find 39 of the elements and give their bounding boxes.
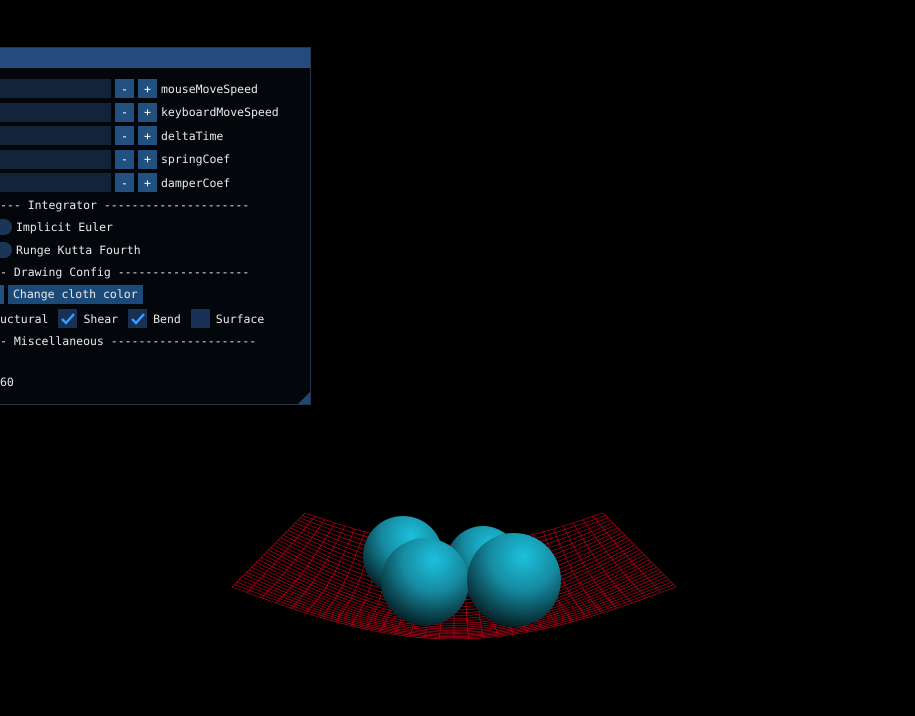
color-button[interactable]	[0, 284, 4, 304]
checkbox-label: Surface	[216, 312, 264, 326]
decrement-button[interactable]: -	[115, 126, 134, 146]
section-header: - Miscellaneous ---------------------	[0, 332, 258, 350]
parameter-label: springCoef	[161, 152, 230, 166]
checkbox-label: Shear	[83, 312, 118, 326]
increment-button[interactable]: +	[138, 150, 157, 169]
increment-button[interactable]: +	[138, 79, 157, 98]
increment-button[interactable]: +	[138, 126, 157, 146]
checkbox[interactable]	[128, 309, 148, 328]
window-title-bar[interactable]	[0, 48, 310, 68]
number-input-field[interactable]	[0, 102, 111, 122]
increment-button[interactable]: +	[138, 173, 157, 192]
change-color-button[interactable]: Change cloth color	[8, 284, 143, 304]
section-header: - Drawing Config -------------------	[0, 264, 250, 280]
radio-button[interactable]	[0, 219, 12, 235]
checkbox[interactable]	[58, 309, 78, 328]
decrement-button[interactable]: -	[115, 173, 134, 192]
radio-label: Implicit Euler	[16, 220, 113, 234]
checkbox[interactable]	[190, 309, 210, 328]
parameter-label: damperCoef	[161, 176, 230, 190]
number-input-field[interactable]	[0, 79, 111, 98]
section-header: --- Integrator ---------------------	[0, 196, 250, 214]
increment-button[interactable]: +	[138, 102, 157, 122]
checkbox-label: Bend	[153, 312, 181, 326]
parameter-label: mouseMoveSpeed	[161, 82, 258, 96]
number-input-field[interactable]	[0, 150, 111, 169]
decrement-button[interactable]: -	[115, 79, 134, 98]
radio-button[interactable]	[0, 242, 12, 258]
decrement-button[interactable]: -	[115, 102, 134, 122]
checkbox-label: uctural	[0, 312, 48, 326]
resize-grip[interactable]	[298, 392, 310, 404]
number-input-field[interactable]	[0, 126, 111, 146]
decrement-button[interactable]: -	[115, 150, 134, 169]
number-input-field[interactable]	[0, 173, 111, 192]
value-text: 60	[0, 374, 15, 390]
radio-label: Runge Kutta Fourth	[16, 243, 141, 257]
parameter-label: keyboardMoveSpeed	[161, 105, 279, 120]
parameter-label: deltaTime	[161, 128, 224, 143]
